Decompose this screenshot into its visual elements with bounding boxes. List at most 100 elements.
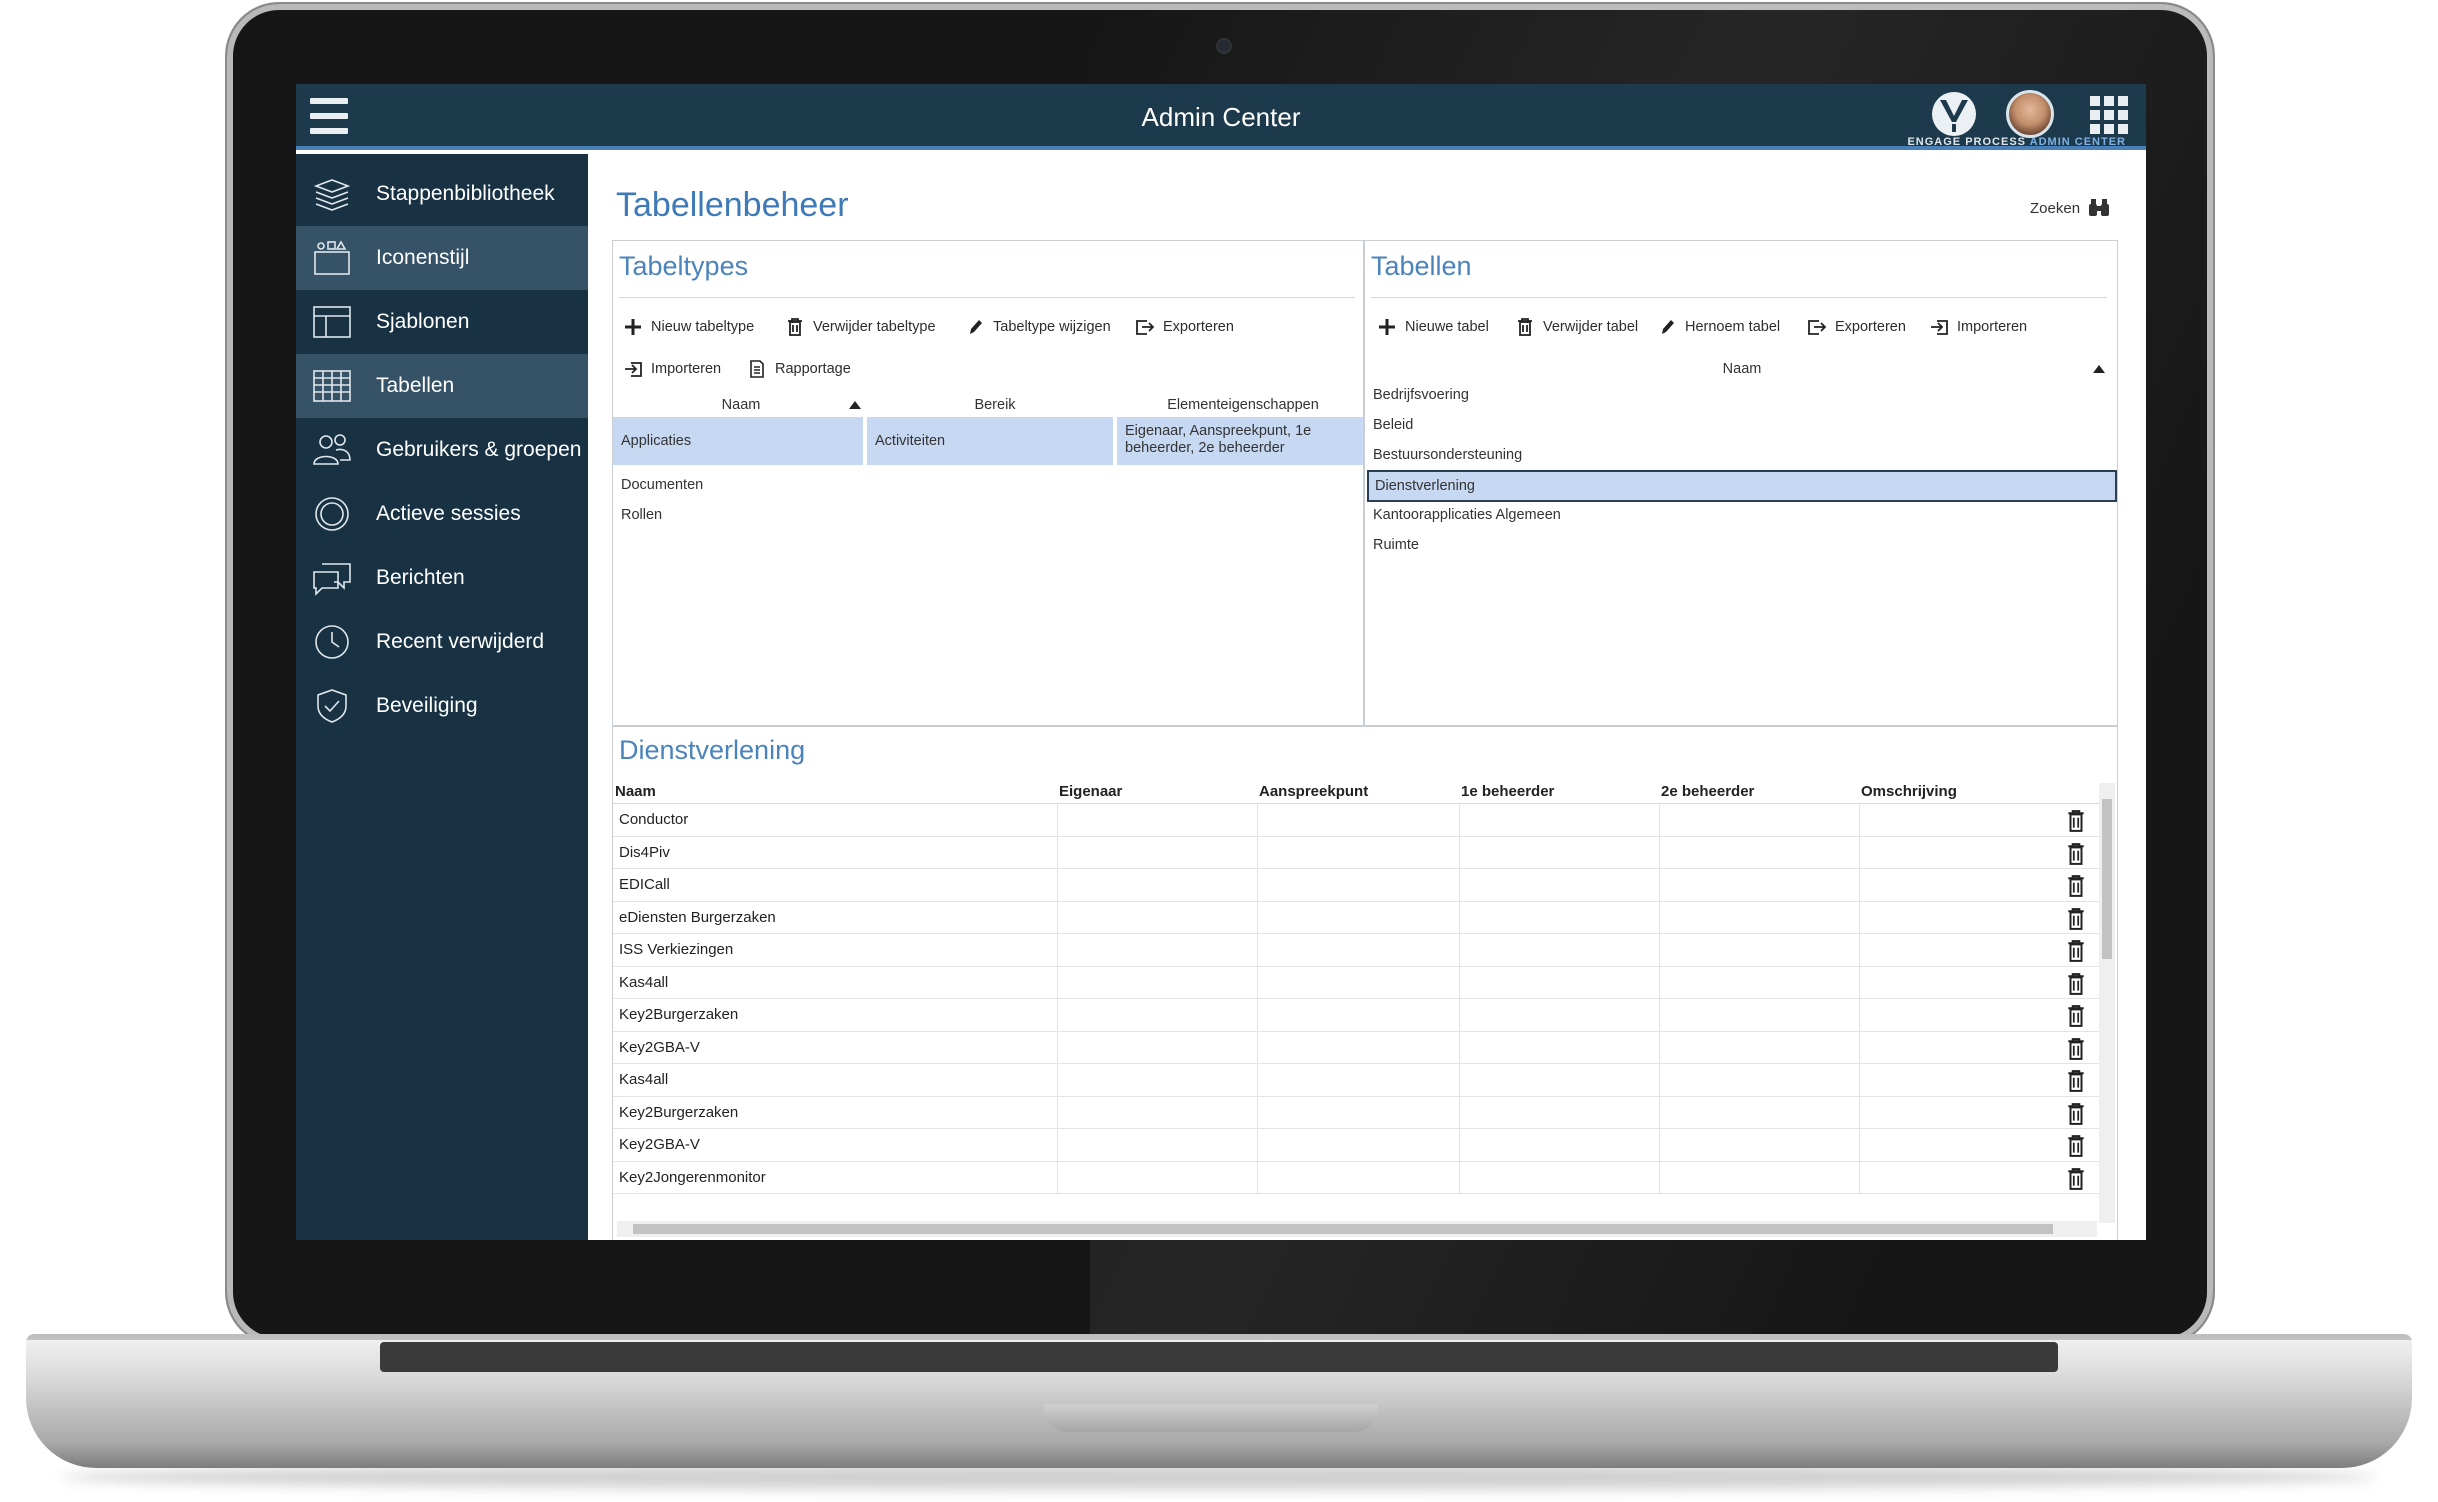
table-cell[interactable] <box>1257 1161 1459 1193</box>
list-item[interactable]: Ruimte <box>1373 537 1419 553</box>
sidebar-item-berichten[interactable]: Berichten <box>296 546 588 610</box>
row-name-cell[interactable]: EDICall <box>613 869 1057 901</box>
table-cell[interactable] <box>1659 966 1859 998</box>
list-item[interactable]: Bedrijfsvoering <box>1373 387 1469 403</box>
table-cell[interactable] <box>1057 934 1257 966</box>
delete-row-icon[interactable] <box>2067 1167 2085 1190</box>
table-cell[interactable] <box>1257 1096 1459 1128</box>
row-name-cell[interactable]: ISS Verkiezingen <box>613 934 1057 966</box>
new-tabletype-button[interactable]: Nieuw tabeltype <box>623 317 754 337</box>
sort-ascending-icon[interactable] <box>849 401 861 409</box>
table-cell[interactable] <box>1257 836 1459 868</box>
table-row[interactable]: Key2Jongerenmonitor <box>613 1161 2099 1194</box>
table-cell[interactable] <box>1057 901 1257 933</box>
report-button[interactable]: Rapportage <box>747 359 851 379</box>
table-cell[interactable] <box>1659 901 1859 933</box>
table-row[interactable]: ISS Verkiezingen <box>613 934 2099 967</box>
horizontal-scroll-thumb[interactable] <box>633 1224 2053 1234</box>
list-item[interactable]: Documenten <box>621 477 703 493</box>
column-header[interactable]: Naam <box>615 783 656 800</box>
delete-tabletype-button[interactable]: Verwijder tabeltype <box>785 317 936 337</box>
list-item[interactable]: Kantoorapplicaties Algemeen <box>1373 507 1561 523</box>
table-cell[interactable] <box>1859 901 2055 933</box>
table-cell[interactable] <box>1659 836 1859 868</box>
column-header[interactable]: Aanspreekpunt <box>1259 783 1368 800</box>
search-button[interactable]: Zoeken <box>2030 198 2110 218</box>
table-cell[interactable] <box>1459 1064 1659 1096</box>
table-cell[interactable] <box>1459 1096 1659 1128</box>
sidebar-item-recent-verwijderd[interactable]: Recent verwijderd <box>296 610 588 674</box>
table-cell[interactable] <box>1057 1064 1257 1096</box>
sidebar-item-beveiliging[interactable]: Beveiliging <box>296 674 588 738</box>
table-cell[interactable] <box>1859 804 2055 836</box>
column-header[interactable]: Eigenaar <box>1059 783 1122 800</box>
import-tabletype-button[interactable]: Importeren <box>623 359 721 379</box>
table-row[interactable]: EDICall <box>613 869 2099 902</box>
sidebar-item-actieve-sessies[interactable]: Actieve sessies <box>296 482 588 546</box>
table-cell[interactable] <box>1459 1031 1659 1063</box>
table-cell[interactable] <box>1859 1129 2055 1161</box>
sidebar-item-sjablonen[interactable]: Sjablonen <box>296 290 588 354</box>
table-cell[interactable] <box>1257 999 1459 1031</box>
delete-row-icon[interactable] <box>2067 810 2085 832</box>
table-cell[interactable] <box>1859 966 2055 998</box>
table-cell[interactable] <box>1659 1129 1859 1161</box>
delete-row-icon[interactable] <box>2067 940 2085 962</box>
table-row[interactable]: Dis4Piv <box>613 836 2099 869</box>
table-cell[interactable] <box>1859 1161 2055 1193</box>
column-header-bereik[interactable]: Bereik <box>869 397 1121 413</box>
export-table-button[interactable]: Exporteren <box>1807 317 1906 337</box>
sidebar-item-gebruikers[interactable]: Gebruikers & groepen <box>296 418 588 482</box>
delete-row-icon[interactable] <box>2067 1102 2085 1125</box>
selected-row-properties[interactable]: Eigenaar, Aanspreekpunt, 1e beheerder, 2… <box>1117 417 1363 465</box>
table-cell[interactable] <box>1459 1129 1659 1161</box>
table-row[interactable]: Key2Burgerzaken <box>613 999 2099 1032</box>
column-header-naam[interactable]: Naam <box>1365 361 2119 377</box>
table-row[interactable]: eDiensten Burgerzaken <box>613 901 2099 934</box>
table-cell[interactable] <box>1257 804 1459 836</box>
delete-row-icon[interactable] <box>2067 907 2085 930</box>
table-cell[interactable] <box>1859 1096 2055 1128</box>
table-cell[interactable] <box>1459 934 1659 966</box>
delete-row-icon[interactable] <box>2067 1005 2085 1027</box>
list-item[interactable]: Rollen <box>621 507 662 523</box>
delete-table-button[interactable]: Verwijder tabel <box>1515 317 1638 337</box>
table-cell[interactable] <box>1057 1096 1257 1128</box>
table-cell[interactable] <box>1659 934 1859 966</box>
table-row[interactable]: Kas4all <box>613 1064 2099 1097</box>
list-item-selected[interactable]: Dienstverlening <box>1367 470 2117 502</box>
table-cell[interactable] <box>1659 999 1859 1031</box>
row-name-cell[interactable]: Dis4Piv <box>613 837 1057 869</box>
column-header[interactable]: Omschrijving <box>1861 783 1957 800</box>
column-header[interactable]: 2e beheerder <box>1661 783 1754 800</box>
table-cell[interactable] <box>1057 966 1257 998</box>
row-name-cell[interactable]: Key2Burgerzaken <box>613 1097 1057 1129</box>
table-row[interactable]: Kas4all <box>613 966 2099 999</box>
table-cell[interactable] <box>1257 1129 1459 1161</box>
sidebar-item-stappenbibliotheek[interactable]: Stappenbibliotheek <box>296 162 588 226</box>
delete-row-icon[interactable] <box>2067 972 2085 995</box>
table-cell[interactable] <box>1459 901 1659 933</box>
table-cell[interactable] <box>1859 869 2055 901</box>
table-cell[interactable] <box>1659 804 1859 836</box>
list-item[interactable]: Bestuursondersteuning <box>1373 447 1522 463</box>
export-tabletype-button[interactable]: Exporteren <box>1135 317 1234 337</box>
selected-row-scope[interactable]: Activiteiten <box>867 417 1113 465</box>
delete-row-icon[interactable] <box>2067 875 2085 897</box>
column-header[interactable]: 1e beheerder <box>1461 783 1554 800</box>
sidebar-item-tabellen[interactable]: Tabellen <box>296 354 588 418</box>
table-cell[interactable] <box>1057 836 1257 868</box>
rename-table-button[interactable]: Hernoem tabel <box>1657 317 1780 337</box>
delete-row-icon[interactable] <box>2067 842 2085 865</box>
table-cell[interactable] <box>1057 1031 1257 1063</box>
table-cell[interactable] <box>1659 869 1859 901</box>
table-cell[interactable] <box>1659 1064 1859 1096</box>
table-cell[interactable] <box>1057 869 1257 901</box>
delete-row-icon[interactable] <box>2067 1135 2085 1157</box>
table-cell[interactable] <box>1257 1064 1459 1096</box>
table-cell[interactable] <box>1057 1161 1257 1193</box>
table-cell[interactable] <box>1057 804 1257 836</box>
column-header-naam[interactable]: Naam <box>613 397 869 413</box>
column-header-elementeigenschappen[interactable]: Elementeigenschappen <box>1121 397 1365 413</box>
table-cell[interactable] <box>1459 869 1659 901</box>
